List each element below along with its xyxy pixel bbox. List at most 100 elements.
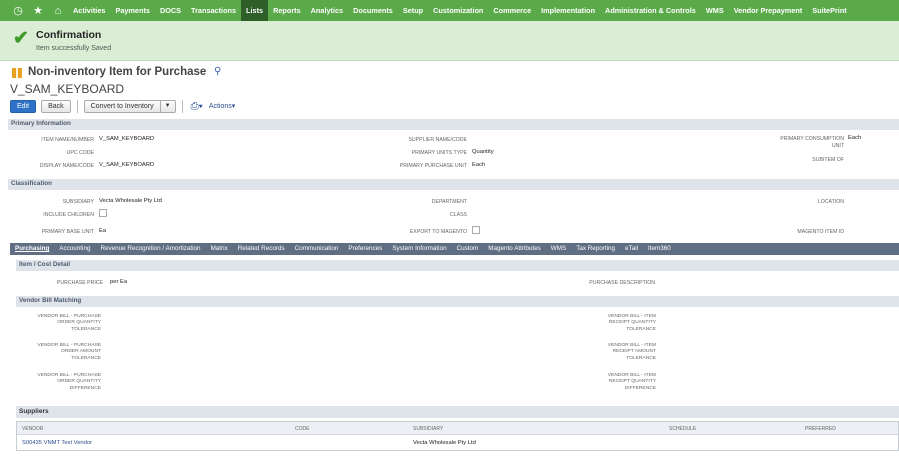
tab-magento-attributes[interactable]: Magento Attributes <box>483 243 546 255</box>
nav-payments[interactable]: Payments <box>110 0 154 21</box>
suppliers-table: VENDOR CODE SUBSIDIARY SCHEDULE PREFERRE… <box>16 421 899 451</box>
section-title: Classification <box>11 180 52 187</box>
tab-related-records[interactable]: Related Records <box>233 243 290 255</box>
primary-consumption-label: PRIMARY CONSUMPTION <box>780 136 844 142</box>
nav-customization[interactable]: Customization <box>428 0 488 21</box>
primary-consumption-label-unit: UNIT <box>831 143 844 149</box>
supplier-subsidiary-cell: Vecta Wholesale Pty Ltd <box>413 440 476 446</box>
section-title: Vendor Bill Matching <box>19 297 82 304</box>
back-button[interactable]: Back <box>41 99 71 113</box>
label-line: RECEIPT QUANTITY <box>608 320 656 326</box>
confirmation-message: Item successfully Saved <box>36 45 112 52</box>
nav-implementation[interactable]: Implementation <box>536 0 600 21</box>
actions-label[interactable]: Actions <box>209 103 232 110</box>
nav-vendor-prepayment[interactable]: Vendor Prepayment <box>729 0 808 21</box>
star-icon[interactable]: ★ <box>28 0 48 21</box>
column-header-code[interactable]: CODE <box>295 426 309 432</box>
department-label: DEPARTMENT <box>431 199 467 205</box>
tab-communication[interactable]: Communication <box>290 243 344 255</box>
nav-transactions[interactable]: Transactions <box>186 0 241 21</box>
display-name-label: DISPLAY NAME/CODE <box>39 163 94 169</box>
item-cost-detail-header[interactable]: Item / Cost Detail <box>16 260 899 271</box>
nav-analytics[interactable]: Analytics <box>306 0 348 21</box>
export-to-magento-checkbox[interactable] <box>472 226 480 234</box>
nav-suiteprint[interactable]: SuitePrint <box>807 0 851 21</box>
convert-to-inventory-button[interactable]: Convert to Inventory ▼ <box>83 99 176 113</box>
include-children-checkbox[interactable] <box>99 209 107 217</box>
actions-menu[interactable]: Actions▾ <box>209 102 235 110</box>
nav-wms[interactable]: WMS <box>701 0 729 21</box>
vb-receipt-quantity-difference-label: VENDOR BILL - ITEM RECEIPT QUANTITY DIFF… <box>608 373 656 392</box>
vb-receipt-quantity-tolerance-label: VENDOR BILL - ITEM RECEIPT QUANTITY TOLE… <box>608 314 656 333</box>
column-header-subsidiary[interactable]: SUBSIDIARY <box>413 426 443 432</box>
record-type-title: Non-inventory Item for Purchase <box>28 66 207 78</box>
location-label: LOCATION <box>817 199 844 205</box>
nav-setup[interactable]: Setup <box>398 0 428 21</box>
vendor-bill-matching-header[interactable]: Vendor Bill Matching <box>16 296 899 307</box>
class-label: CLASS <box>449 212 467 218</box>
tab-purchasing[interactable]: Purchasing <box>10 243 54 255</box>
nav-lists[interactable]: Lists <box>241 0 269 21</box>
chevron-down-icon[interactable]: ▼ <box>161 101 175 112</box>
toolbar-divider <box>76 99 78 113</box>
edit-button[interactable]: Edit <box>10 99 37 113</box>
primary-units-type-value: Quantity <box>472 149 494 155</box>
print-icon[interactable]: ⎙▾ <box>191 101 203 112</box>
nav-activities[interactable]: Activities <box>68 0 110 21</box>
label-line: TOLERANCE <box>71 326 101 332</box>
tab-tax-reporting[interactable]: Tax Reporting <box>571 243 620 255</box>
tab-revenue-recognition[interactable]: Revenue Recognition / Amortization <box>95 243 205 255</box>
vb-po-quantity-tolerance-label: VENDOR BILL - PURCHASE ORDER QUANTITY TO… <box>37 314 101 333</box>
confirmation-banner: ✔ Confirmation Item successfully Saved <box>0 21 899 61</box>
label-line: RECEIPT AMOUNT <box>612 349 656 355</box>
column-header-vendor[interactable]: VENDOR <box>22 426 43 432</box>
supplier-vendor-link[interactable]: S00435 VNMT Test Vendor <box>22 440 92 446</box>
recent-icon[interactable]: ◷ <box>8 0 28 21</box>
item-record-icon <box>12 68 22 78</box>
suppliers-header[interactable]: Suppliers <box>16 406 899 418</box>
item-name-label: ITEM NAME/NUMBER <box>41 137 94 143</box>
primary-base-unit-label: PRIMARY BASE UNIT <box>41 229 94 235</box>
convert-label[interactable]: Convert to Inventory <box>85 100 161 112</box>
column-header-preferred[interactable]: PREFERRED <box>805 426 836 432</box>
suppliers-title: Suppliers <box>19 408 49 415</box>
nav-administration[interactable]: Administration & Controls <box>600 0 701 21</box>
section-title: Item / Cost Detail <box>19 261 71 268</box>
nav-commerce[interactable]: Commerce <box>488 0 536 21</box>
subitem-of-label: SUBITEM OF <box>812 157 844 163</box>
tab-item360[interactable]: Item360 <box>643 243 676 255</box>
subsidiary-value: Vecta Wholesale Pty Ltd <box>99 198 162 204</box>
vb-receipt-amount-tolerance-label: VENDOR BILL - ITEM RECEIPT AMOUNT TOLERA… <box>608 343 656 362</box>
search-icon[interactable]: ⚲ <box>214 66 221 77</box>
nav-reports[interactable]: Reports <box>268 0 306 21</box>
subsidiary-label: SUBSIDIARY <box>62 199 94 205</box>
purchase-price-value: per Ea <box>110 279 128 285</box>
nav-docs[interactable]: DOCS <box>155 0 186 21</box>
tab-preferences[interactable]: Preferences <box>343 243 387 255</box>
supplier-name-label: SUPPLIER NAME/CODE <box>408 137 467 143</box>
tab-accounting[interactable]: Accounting <box>54 243 95 255</box>
item-name-value: V_SAM_KEYBOARD <box>99 136 155 142</box>
tab-etail[interactable]: eTail <box>620 243 643 255</box>
tab-system-information[interactable]: System Information <box>387 243 451 255</box>
tab-wms[interactable]: WMS <box>546 243 571 255</box>
column-header-schedule[interactable]: SCHEDULE <box>669 426 696 432</box>
subtab-bar: Purchasing Accounting Revenue Recognitio… <box>10 243 899 255</box>
export-to-magento-label: EXPORT TO MAGENTO <box>409 229 467 235</box>
section-title: Primary Information <box>11 120 71 127</box>
suppliers-table-header-row: VENDOR CODE SUBSIDIARY SCHEDULE PREFERRE… <box>17 422 898 435</box>
primary-base-unit-value: Ea <box>99 228 107 234</box>
classification-header[interactable]: Classification <box>8 179 899 190</box>
upc-code-label: UPC CODE <box>66 150 94 156</box>
tab-custom[interactable]: Custom <box>452 243 484 255</box>
vb-po-amount-tolerance-label: VENDOR BILL - PURCHASE ORDER AMOUNT TOLE… <box>37 343 101 362</box>
tab-matrix[interactable]: Matrix <box>206 243 233 255</box>
display-name-value: V_SAM_KEYBOARD <box>99 162 155 168</box>
primary-information-header[interactable]: Primary Information <box>8 119 899 130</box>
home-icon[interactable]: ⌂ <box>48 0 68 21</box>
toolbar-divider <box>181 99 183 113</box>
label-line: TOLERANCE <box>71 355 101 361</box>
label-line: RECEIPT QUANTITY <box>608 379 656 385</box>
nav-documents[interactable]: Documents <box>348 0 398 21</box>
primary-purchase-unit-label: PRIMARY PURCHASE UNIT <box>399 163 467 169</box>
